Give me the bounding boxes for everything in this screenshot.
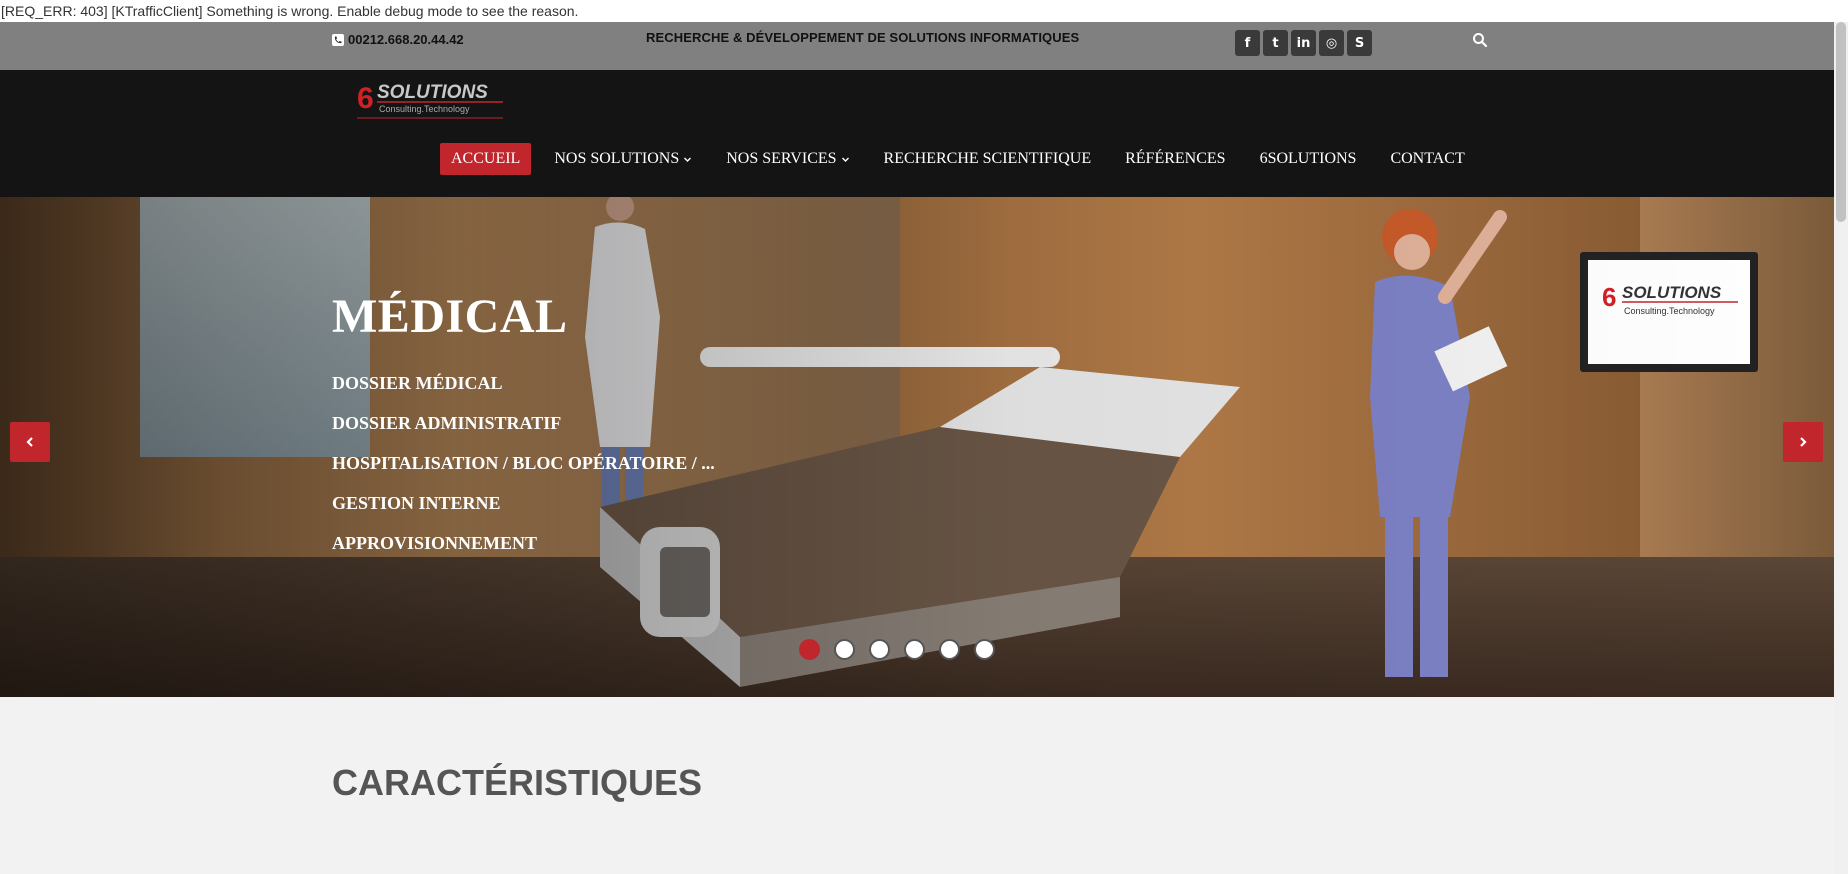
search-icon[interactable] <box>1472 32 1488 48</box>
slide-title: MÉDICAL <box>332 290 568 343</box>
nav-item-nos-solutions[interactable]: NOS SOLUTIONS <box>543 143 703 175</box>
nav-item-label: CONTACT <box>1390 150 1465 167</box>
hero-slider: 6 SOLUTIONS Consulting.Technology MÉDICA… <box>0 197 1834 697</box>
slider-dot[interactable] <box>939 639 960 660</box>
facebook-icon[interactable]: f <box>1235 30 1260 56</box>
nav-item-r-f-rences[interactable]: RÉFÉRENCES <box>1114 143 1236 175</box>
error-message: [REQ_ERR: 403] [KTrafficClient] Somethin… <box>0 0 1848 22</box>
nav-item-label: RÉFÉRENCES <box>1125 150 1226 167</box>
nav-item-contact[interactable]: CONTACT <box>1379 143 1475 175</box>
slide-feature-item: HOSPITALISATION / BLOC OPÉRATOIRE / ... <box>332 453 715 473</box>
slider-dot[interactable] <box>799 639 820 660</box>
slide-feature-item: DOSSIER ADMINISTRATIF <box>332 413 562 433</box>
nav-item-6solutions[interactable]: 6SOLUTIONS <box>1249 143 1368 175</box>
slide-feature-item: DOSSIER MÉDICAL <box>332 373 503 393</box>
linkedin-icon[interactable]: in <box>1291 30 1316 56</box>
slider-prev-button[interactable] <box>10 422 50 462</box>
twitter-icon[interactable]: t <box>1263 30 1288 56</box>
nav-item-recherche-scientifique[interactable]: RECHERCHE SCIENTIFIQUE <box>873 143 1103 175</box>
slider-pagination <box>799 639 995 660</box>
nav-item-label: RECHERCHE SCIENTIFIQUE <box>883 150 1092 167</box>
scrollbar-thumb[interactable] <box>1836 22 1846 222</box>
chevron-down-icon <box>684 157 692 162</box>
slider-dot[interactable] <box>834 639 855 660</box>
svg-text:Consulting.Technology: Consulting.Technology <box>379 104 470 114</box>
slider-next-button[interactable] <box>1783 422 1823 462</box>
main-nav: ACCUEIL NOS SOLUTIONS NOS SERVICES RECHERCH… <box>440 143 1488 175</box>
slider-dot[interactable] <box>904 639 925 660</box>
site-logo[interactable]: 6 SOLUTIONS Consulting.Technology <box>357 78 503 122</box>
chevron-right-icon <box>1800 437 1807 447</box>
nav-item-nos-services[interactable]: NOS SERVICES <box>715 143 860 175</box>
slider-dot[interactable] <box>974 639 995 660</box>
chevron-left-icon <box>26 437 33 447</box>
nav-item-accueil[interactable]: ACCUEIL <box>440 143 532 175</box>
chevron-down-icon <box>841 157 849 162</box>
slider-dot[interactable] <box>869 639 890 660</box>
top-bar: 00212.668.20.44.42 RECHERCHE & DÉVELOPPE… <box>0 22 1834 70</box>
nav-item-label: NOS SOLUTIONS <box>554 150 680 167</box>
slide-feature-item: GESTION INTERNE <box>332 493 501 513</box>
nav-item-label: NOS SERVICES <box>726 150 837 167</box>
svg-text:SOLUTIONS: SOLUTIONS <box>377 82 488 103</box>
phone-icon <box>332 33 344 46</box>
phone-contact[interactable]: 00212.668.20.44.42 <box>332 32 464 47</box>
slide-feature-list: DOSSIER MÉDICAL DOSSIER ADMINISTRATIF HOSP… <box>332 363 715 563</box>
nav-item-label: 6SOLUTIONS <box>1259 150 1357 167</box>
page-scrollbar[interactable] <box>1834 22 1848 874</box>
dribbble-icon[interactable]: ◎ <box>1319 30 1344 56</box>
skype-icon[interactable]: S <box>1347 30 1372 56</box>
slide-feature-item: APPROVISIONNEMENT <box>332 533 538 553</box>
svg-text:6: 6 <box>357 82 374 115</box>
section-title: CARACTÉRISTIQUES <box>332 762 703 803</box>
main-header: 6 SOLUTIONS Consulting.Technology ACCUEI… <box>0 70 1834 197</box>
social-links: f t in ◎ S <box>1235 30 1372 56</box>
nav-item-label: ACCUEIL <box>451 150 521 167</box>
site-tagline: RECHERCHE & DÉVELOPPEMENT DE SOLUTIONS I… <box>646 30 1080 45</box>
phone-number: 00212.668.20.44.42 <box>348 32 464 47</box>
